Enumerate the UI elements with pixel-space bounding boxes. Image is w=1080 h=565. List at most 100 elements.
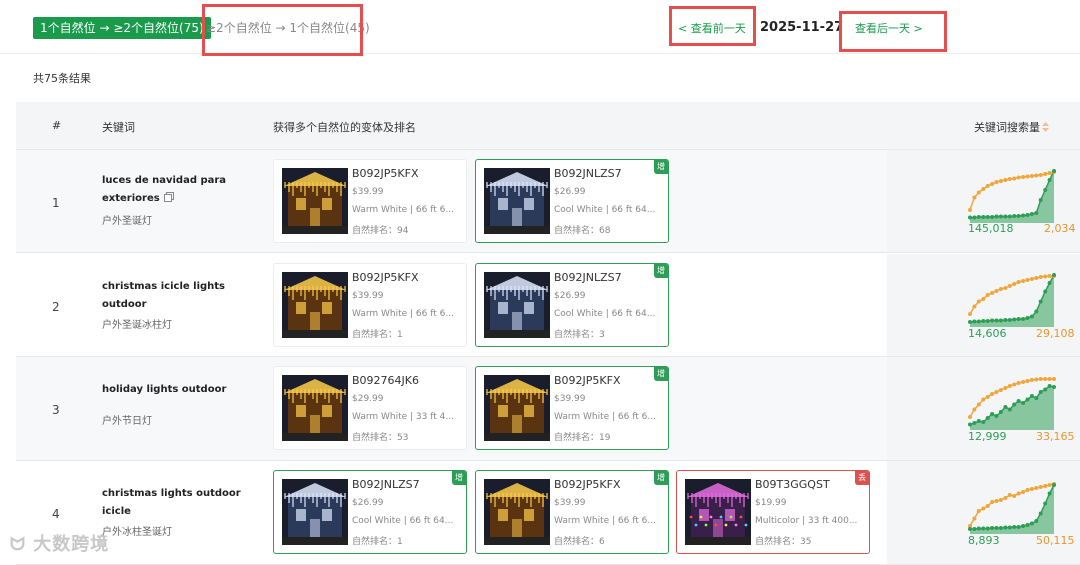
trend-point-orange	[981, 506, 986, 511]
trend-point-green	[1038, 390, 1043, 394]
trend-chart-container[interactable]	[967, 374, 1057, 434]
keyword-text[interactable]: holiday lights outdoor	[102, 381, 262, 399]
watermark-icon: ᗢ	[10, 534, 34, 555]
trend-point-orange	[1025, 174, 1030, 179]
trend-point-green	[1012, 525, 1017, 529]
trend-point-orange	[990, 500, 995, 504]
trend-point-green	[1043, 188, 1048, 192]
keyword-text[interactable]: christmas icicle lights outdoor	[102, 278, 262, 314]
trend-point-green	[972, 527, 977, 531]
product-asin[interactable]: B092764JK6	[352, 374, 419, 387]
product-thumbnail[interactable]	[282, 375, 348, 441]
product-variant: Multicolor | 33 ft 400...	[755, 516, 858, 526]
trend-point-orange	[994, 499, 999, 503]
product-asin[interactable]: B092JP5KFX	[352, 271, 419, 284]
trend-point-orange	[1043, 377, 1048, 381]
product-thumbnail[interactable]	[484, 168, 550, 234]
trend-chart-container[interactable]	[967, 478, 1057, 538]
trend-point-green	[990, 215, 995, 219]
trend-point-orange	[1047, 171, 1052, 175]
product-thumbnail-image	[685, 479, 751, 545]
product-variant: Warm White | 66 ft 6...	[554, 516, 656, 526]
highlight-box-prev	[669, 6, 756, 46]
keyword-translation: 户外冰柱圣诞灯	[102, 527, 172, 538]
trend-point-green	[998, 526, 1003, 530]
product-thumbnail[interactable]	[484, 479, 550, 545]
trend-point-orange	[1038, 485, 1043, 489]
product-thumbnail-image	[282, 479, 348, 545]
trend-point-orange	[972, 195, 977, 200]
keyword-translation: 户外圣诞冰柱灯	[102, 320, 172, 331]
product-price: $26.99	[352, 498, 384, 508]
keyword-text[interactable]: luces de navidad para exteriores	[102, 172, 262, 208]
trend-point-green	[1025, 213, 1030, 217]
trend-point-orange	[1043, 172, 1048, 176]
trend-point-orange	[1007, 384, 1012, 388]
trend-point-green	[998, 410, 1003, 414]
trend-point-orange	[1029, 277, 1034, 281]
trend-point-green	[968, 320, 972, 324]
product-variant-card[interactable]: B092JP5KFX $39.99 Warm White | 66 ft 6..…	[475, 366, 669, 450]
organic-rank: 自然排名：6	[554, 537, 605, 547]
product-thumbnail[interactable]	[282, 479, 348, 545]
trend-point-green	[985, 416, 990, 420]
organic-rank: 自然排名：68	[554, 226, 611, 236]
trend-point-green	[1043, 387, 1048, 392]
trend-point-green	[1021, 401, 1026, 405]
trend-point-green	[1012, 317, 1017, 322]
trend-point-orange	[968, 208, 972, 212]
product-price: $19.99	[755, 498, 787, 508]
gained-badge: 增	[452, 471, 466, 485]
trend-point-orange	[994, 180, 999, 184]
trend-chart-container[interactable]	[967, 167, 1057, 227]
trend-point-orange	[1003, 178, 1008, 182]
product-asin[interactable]: B09T3GGQST	[755, 478, 830, 491]
product-variant-card[interactable]: B092JNLZS7 $26.99 Cool White | 66 ft 64.…	[475, 159, 669, 243]
trend-point-green	[1047, 281, 1052, 285]
product-thumbnail[interactable]	[282, 168, 348, 234]
trend-point-green	[972, 319, 977, 324]
trend-point-orange	[990, 182, 995, 186]
product-variant-card[interactable]: B09T3GGQST $19.99 Multicolor | 33 ft 400…	[676, 470, 870, 554]
trend-point-green	[998, 318, 1003, 323]
trend-point-orange	[998, 287, 1003, 291]
tab-gain-positions[interactable]: 1个自然位 → ≥2个自然位(75)	[33, 17, 211, 39]
keyword-text[interactable]: christmas lights outdoor icicle	[102, 485, 262, 521]
product-thumbnail[interactable]	[484, 272, 550, 338]
product-thumbnail[interactable]	[685, 479, 751, 545]
product-variant-card[interactable]: B092JP5KFX $39.99 Warm White | 66 ft 6..…	[273, 263, 467, 347]
sort-icon[interactable]	[1042, 122, 1049, 132]
trend-point-orange	[1007, 177, 1012, 181]
product-asin[interactable]: B092JNLZS7	[554, 167, 622, 180]
product-asin[interactable]: B092JP5KFX	[352, 167, 419, 180]
product-variant-card[interactable]: B092764JK6 $29.99 Warm White | 33 ft 4..…	[273, 366, 467, 450]
table-row: 4 christmas lights outdoor icicle 户外冰柱圣诞灯 …	[16, 461, 1080, 565]
copy-icon[interactable]	[163, 192, 174, 202]
trend-point-orange	[976, 190, 981, 195]
trend-point-green	[985, 215, 990, 219]
trend-point-green	[981, 420, 986, 424]
product-asin[interactable]: B092JP5KFX	[554, 478, 621, 491]
product-variant-card[interactable]: B092JNLZS7 $26.99 Cool White | 66 ft 64.…	[475, 263, 669, 347]
product-asin[interactable]: B092JNLZS7	[352, 478, 420, 491]
trend-chart-container[interactable]	[967, 271, 1057, 331]
trend-point-orange	[1043, 484, 1048, 488]
product-variant-card[interactable]: B092JP5KFX $39.99 Warm White | 66 ft 6..…	[273, 159, 467, 243]
product-variant-card[interactable]: B092JNLZS7 $26.99 Cool White | 66 ft 64.…	[273, 470, 467, 554]
trend-point-green	[1029, 314, 1034, 319]
organic-rank: 自然排名：1	[352, 537, 403, 547]
row-index: 4	[52, 507, 60, 521]
trend-point-green	[994, 318, 999, 323]
keyword-label: holiday lights outdoor	[102, 384, 227, 395]
trend-point-green	[994, 214, 999, 219]
search-volume-orange: 50,115	[1036, 534, 1075, 547]
product-thumbnail[interactable]	[282, 272, 348, 338]
trend-point-green	[990, 412, 995, 416]
product-variant-card[interactable]: B092JP5KFX $39.99 Warm White | 66 ft 6..…	[475, 470, 669, 554]
product-asin[interactable]: B092JP5KFX	[554, 374, 621, 387]
trend-point-green	[976, 319, 981, 324]
product-asin[interactable]: B092JNLZS7	[554, 271, 622, 284]
organic-rank: 自然排名：53	[352, 433, 409, 443]
product-thumbnail[interactable]	[484, 375, 550, 441]
header-search-volume[interactable]: 关键词搜索量	[974, 119, 1049, 135]
